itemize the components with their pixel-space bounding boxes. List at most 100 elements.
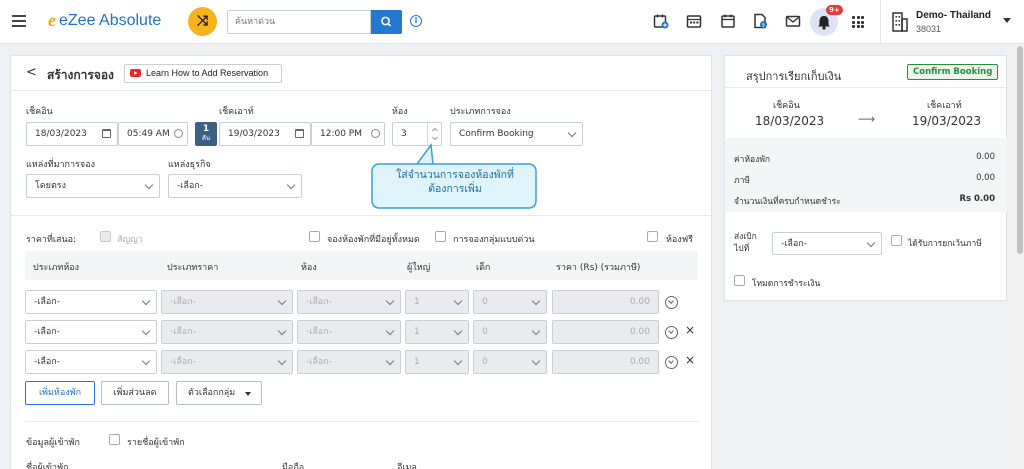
search-icon — [381, 16, 392, 27]
booking-type-label: ประเภทการจอง — [450, 107, 511, 117]
remove-row-icon[interactable]: × — [685, 353, 695, 367]
search-button[interactable] — [371, 10, 402, 34]
room-type-select[interactable]: -เลือก- — [25, 350, 157, 374]
group-booking-label: การจองกลุ่มแบบด่วน — [453, 235, 535, 245]
logo-mark: e — [48, 10, 56, 30]
checkin-label: เช็คอิน — [26, 107, 53, 117]
youtube-icon — [130, 69, 141, 77]
room-select[interactable]: -เลือก- — [297, 290, 401, 314]
free-room-checkbox[interactable] — [647, 231, 658, 242]
calendar-icon — [102, 129, 111, 138]
price-input[interactable]: 0.00 — [552, 290, 659, 314]
child-select[interactable]: 0 — [473, 320, 547, 344]
child-value: 0 — [482, 327, 488, 337]
tooltip-text: ใส่จำนวนการจองห้องพักที่ ต้องการเพิ่ม — [375, 168, 535, 196]
child-select[interactable]: 0 — [473, 350, 547, 374]
source-select[interactable]: โดยตรง — [26, 174, 160, 198]
booking-type-value: Confirm Booking — [459, 129, 534, 139]
bill-to-label-line-2: ไปที่ — [734, 244, 750, 254]
amount-due-value: Rs 0.00 — [959, 194, 995, 204]
room-type-value: -เลือก- — [34, 297, 60, 307]
calendar-icon[interactable] — [720, 13, 736, 29]
chevron-down-icon — [286, 180, 296, 190]
summary-checkin-date: 18/03/2023 — [755, 114, 825, 128]
page-scrollbar[interactable] — [1016, 44, 1024, 469]
summary-title: สรุปการเรียกเก็บเงิน — [746, 70, 842, 83]
price-input[interactable]: 0.00 — [552, 350, 659, 374]
bill-to-select[interactable]: -เลือก- — [772, 232, 882, 255]
chevron-down-icon — [531, 356, 541, 366]
invoice-icon[interactable]: $ — [752, 13, 768, 29]
chevron-down-icon — [385, 296, 395, 306]
add-discount-button[interactable]: เพิ่มส่วนลด — [101, 381, 169, 405]
shuffle-icon[interactable]: ⤨ — [188, 7, 217, 36]
add-room-button[interactable]: เพิ่มห้องพัก — [25, 381, 95, 405]
divider — [725, 87, 1006, 88]
group-options-button[interactable]: ตัวเลือกกลุ่ม — [176, 381, 262, 405]
room-type-select[interactable]: -เลือก- — [25, 290, 157, 314]
business-source-value: -เลือก- — [177, 181, 203, 191]
room-value: -เลือก- — [306, 357, 332, 367]
search-input[interactable] — [227, 10, 371, 34]
checkout-date-input[interactable]: 19/03/2023 — [219, 122, 311, 146]
adult-select[interactable]: 1 — [405, 320, 469, 344]
guest-list-checkbox[interactable] — [109, 434, 120, 445]
chevron-down-icon — [866, 238, 876, 248]
adult-select[interactable]: 1 — [405, 290, 469, 314]
rate-type-select[interactable]: -เลือก- — [161, 320, 293, 344]
scrollbar-thumb[interactable] — [1017, 46, 1023, 254]
col-price: ราคา (Rs) (รวมภาษี) — [556, 263, 641, 273]
divider — [11, 215, 711, 216]
child-value: 0 — [482, 297, 488, 307]
payment-mode-checkbox[interactable] — [734, 275, 745, 286]
business-source-select[interactable]: -เลือก- — [168, 174, 302, 198]
expand-row-icon[interactable] — [665, 356, 678, 369]
nights-badge: 1 คืน — [195, 122, 217, 146]
room-type-value: -เลือก- — [34, 357, 60, 367]
room-select[interactable]: -เลือก- — [297, 320, 401, 344]
info-icon[interactable]: i — [410, 15, 422, 27]
checkin-time-input[interactable]: 05:49 AM — [118, 122, 188, 146]
chevron-down-icon — [453, 326, 463, 336]
chevron-down-icon — [531, 296, 541, 306]
room-type-select[interactable]: -เลือก- — [25, 320, 157, 344]
book-all-checkbox[interactable] — [309, 231, 320, 242]
calendar-icon — [295, 129, 304, 138]
menu-icon[interactable] — [12, 15, 26, 27]
rate-type-value: -เลือก- — [170, 297, 196, 307]
apps-grid-icon[interactable] — [852, 16, 864, 28]
child-select[interactable]: 0 — [473, 290, 547, 314]
chevron-down-icon — [531, 326, 541, 336]
room-select[interactable]: -เลือก- — [297, 350, 401, 374]
bill-to-value: -เลือก- — [781, 239, 807, 249]
expand-row-icon[interactable] — [665, 296, 678, 309]
book-all-label: จองห้องพักที่มีอยู่ทั้งหมด — [327, 235, 420, 245]
adult-select[interactable]: 1 — [405, 350, 469, 374]
contract-checkbox[interactable] — [100, 231, 111, 242]
learn-video-button[interactable]: Learn How to Add Reservation — [124, 64, 282, 83]
app-logo[interactable]: e eZee Absolute — [48, 10, 161, 31]
checkout-label: เช็คเอาท์ — [219, 107, 254, 117]
price-input[interactable]: 0.00 — [552, 320, 659, 344]
email-label: อีเมล — [397, 463, 417, 469]
chevron-down-icon[interactable] — [1003, 18, 1011, 23]
arrow-right-icon: ⟶ — [858, 112, 876, 126]
remove-row-icon[interactable]: × — [685, 323, 695, 337]
expand-row-icon[interactable] — [665, 326, 678, 339]
rate-type-select[interactable]: -เลือก- — [161, 290, 293, 314]
room-value: -เลือก- — [306, 297, 332, 307]
svg-text:$: $ — [762, 22, 765, 28]
tax-exempt-checkbox[interactable] — [891, 235, 902, 246]
tax-label: ภาษี — [734, 176, 750, 186]
checkin-date-input[interactable]: 18/03/2023 — [26, 122, 118, 146]
chevron-down-icon — [277, 326, 287, 336]
room-charge-label: ค่าห้องพัก — [734, 155, 771, 165]
hotel-name[interactable]: Demo- Thailand — [916, 10, 991, 21]
new-booking-icon[interactable] — [653, 13, 669, 29]
mail-icon[interactable] — [785, 13, 801, 29]
back-button[interactable]: < — [26, 65, 37, 80]
group-booking-checkbox[interactable] — [435, 231, 446, 242]
checkin-time-value: 05:49 AM — [127, 129, 170, 139]
calendar-grid-icon[interactable] — [686, 13, 702, 29]
rate-type-select[interactable]: -เลือก- — [161, 350, 293, 374]
